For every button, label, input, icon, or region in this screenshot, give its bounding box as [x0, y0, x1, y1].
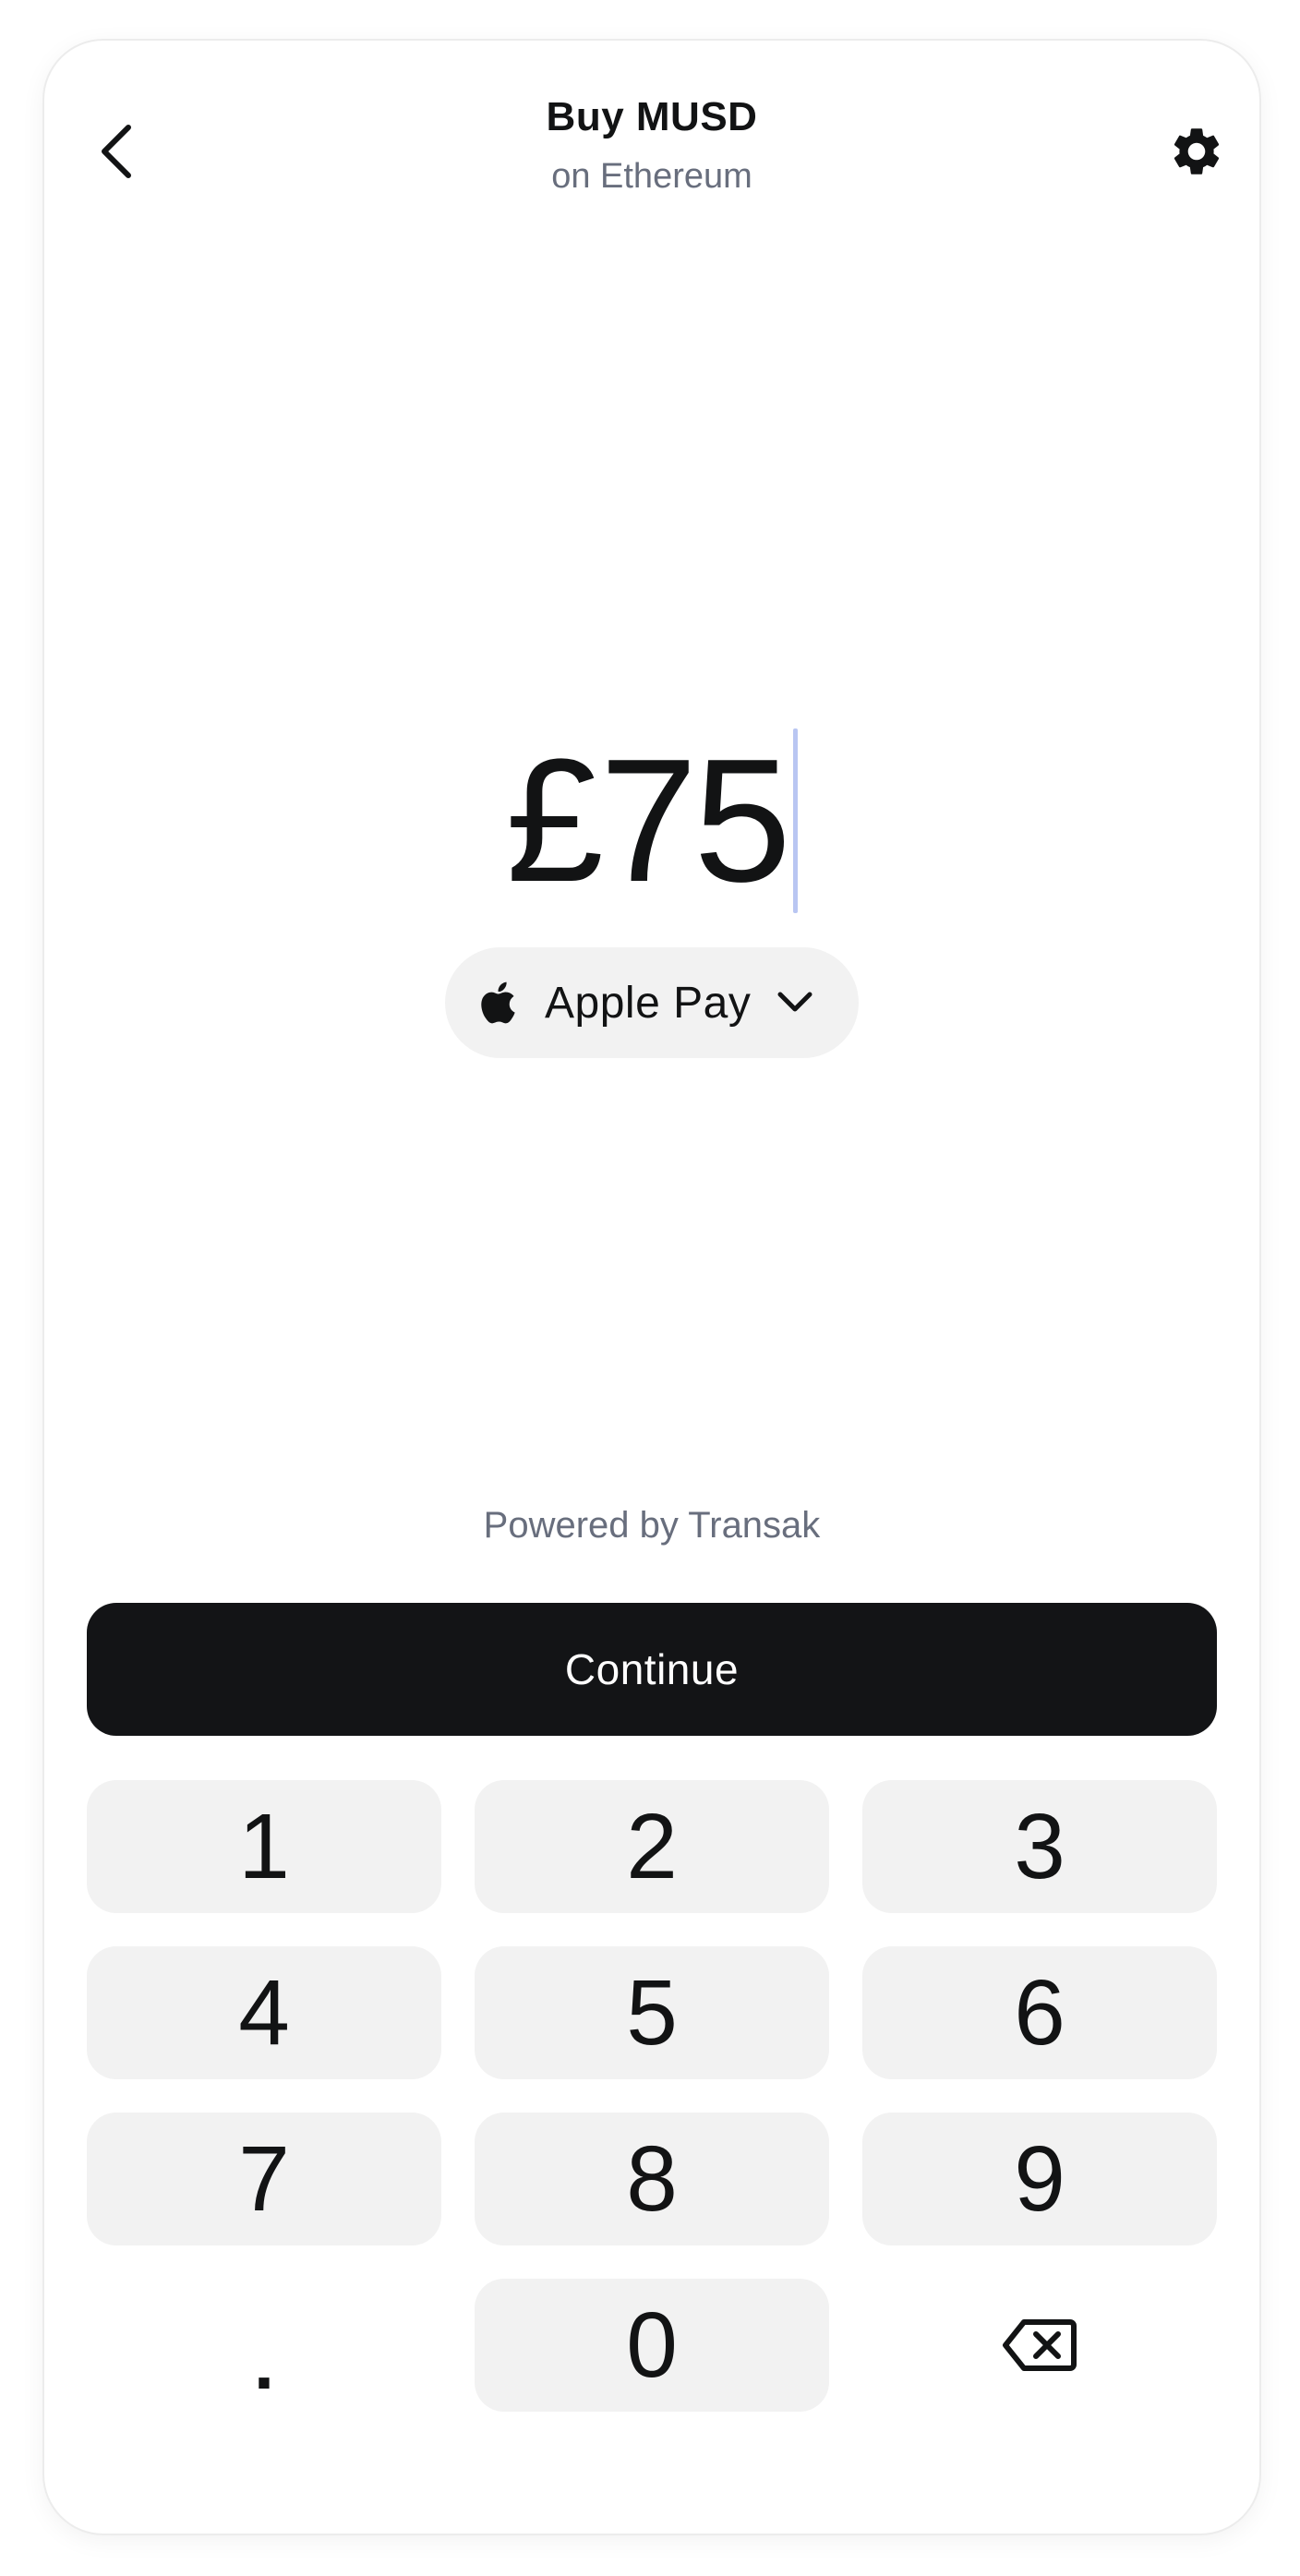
key-1[interactable]: 1: [87, 1780, 441, 1913]
payment-method-label: Apple Pay: [545, 978, 752, 1028]
gear-icon: [1174, 128, 1220, 175]
powered-by-label: Powered by Transak: [483, 1505, 821, 1546]
backspace-button[interactable]: [862, 2279, 1217, 2412]
key-8[interactable]: 8: [475, 2113, 829, 2245]
amount-value: £75: [505, 723, 791, 919]
key-6[interactable]: 6: [862, 1946, 1217, 2079]
key-0[interactable]: 0: [475, 2279, 829, 2412]
text-caret: [793, 728, 798, 913]
settings-button[interactable]: [1160, 114, 1234, 188]
key-7[interactable]: 7: [87, 2113, 441, 2245]
amount-input[interactable]: £75: [44, 705, 1259, 936]
key-5[interactable]: 5: [475, 1946, 829, 2079]
key-9[interactable]: 9: [862, 2113, 1217, 2245]
network-subtitle: on Ethereum: [551, 157, 752, 196]
chevron-down-icon: [776, 984, 813, 1021]
page-title: Buy MUSD: [546, 94, 758, 139]
key-4[interactable]: 4: [87, 1946, 441, 2079]
key-2[interactable]: 2: [475, 1780, 829, 1913]
key-3[interactable]: 3: [862, 1780, 1217, 1913]
payment-method-selector[interactable]: Apple Pay: [445, 947, 859, 1058]
backspace-icon: [1003, 2319, 1077, 2371]
key-decimal[interactable]: .: [87, 2279, 441, 2412]
apple-icon: [476, 980, 517, 1026]
app-window: Buy MUSD on Ethereum £75 Apple Pay Power…: [44, 41, 1259, 2534]
decimal-label: .: [253, 2322, 275, 2404]
continue-button[interactable]: Continue: [87, 1603, 1217, 1736]
